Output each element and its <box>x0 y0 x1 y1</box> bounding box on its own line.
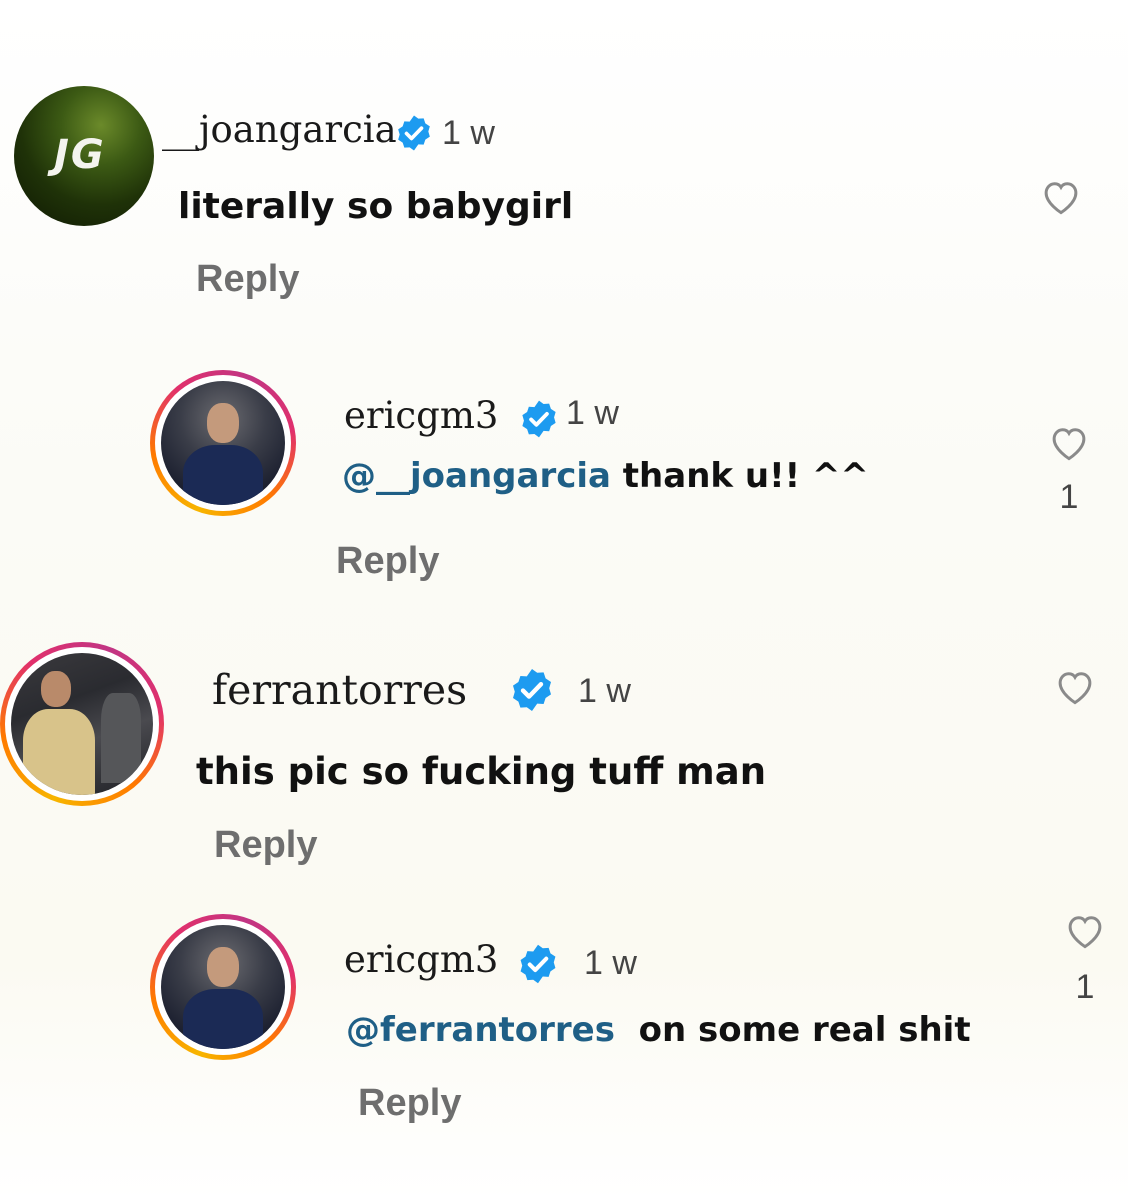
avatar[interactable] <box>11 653 153 795</box>
verified-badge-icon <box>522 400 556 438</box>
verified-badge-icon <box>398 115 430 151</box>
username[interactable]: ericgm3 <box>344 394 498 437</box>
comments-screen: JG __joangarcia 1 w literally so babygir… <box>0 0 1128 1200</box>
mention-link[interactable]: @__joangarcia <box>342 456 611 496</box>
reply-button[interactable]: Reply <box>336 540 439 583</box>
avatar[interactable]: JG <box>14 86 154 226</box>
comment-text: this pic so fucking tuff man <box>196 750 767 793</box>
comment-text-rest: on some real shit <box>614 1010 971 1050</box>
like-count: 1 <box>1059 478 1079 516</box>
heart-icon[interactable] <box>1064 910 1106 950</box>
heart-icon[interactable] <box>1054 666 1096 706</box>
avatar-head <box>41 671 71 707</box>
username[interactable]: ferrantorres <box>212 666 467 714</box>
timestamp: 1 w <box>442 114 495 152</box>
avatar[interactable] <box>161 925 285 1049</box>
avatar-background-figure <box>101 693 141 783</box>
like-count: 1 <box>1075 968 1095 1006</box>
avatar-body <box>183 989 263 1049</box>
timestamp: 1 w <box>578 672 631 710</box>
reply-button[interactable]: Reply <box>196 258 299 301</box>
heart-icon[interactable] <box>1048 422 1090 462</box>
comment-text: @ferrantorres on some real shit <box>346 1010 971 1050</box>
username[interactable]: ericgm3 <box>344 938 498 981</box>
mention-link[interactable]: @ferrantorres <box>346 1010 615 1050</box>
reply-button[interactable]: Reply <box>358 1082 461 1125</box>
avatar-logo: JG <box>54 132 106 178</box>
avatar[interactable] <box>161 381 285 505</box>
avatar-head <box>207 403 239 443</box>
avatar-head <box>207 947 239 987</box>
reply-button[interactable]: Reply <box>214 824 317 867</box>
comment-text: @__joangarcia thank u!! ^^ <box>342 456 869 496</box>
comment-text: literally so babygirl <box>178 186 574 227</box>
timestamp: 1 w <box>566 394 619 432</box>
username[interactable]: __joangarcia <box>162 108 397 151</box>
verified-badge-icon <box>520 944 556 984</box>
avatar-body <box>23 709 95 795</box>
verified-badge-icon <box>513 669 551 711</box>
avatar-body <box>183 445 263 505</box>
timestamp: 1 w <box>584 944 637 982</box>
comment-text-rest: thank u!! ^^ <box>610 456 869 496</box>
heart-icon[interactable] <box>1040 176 1082 216</box>
